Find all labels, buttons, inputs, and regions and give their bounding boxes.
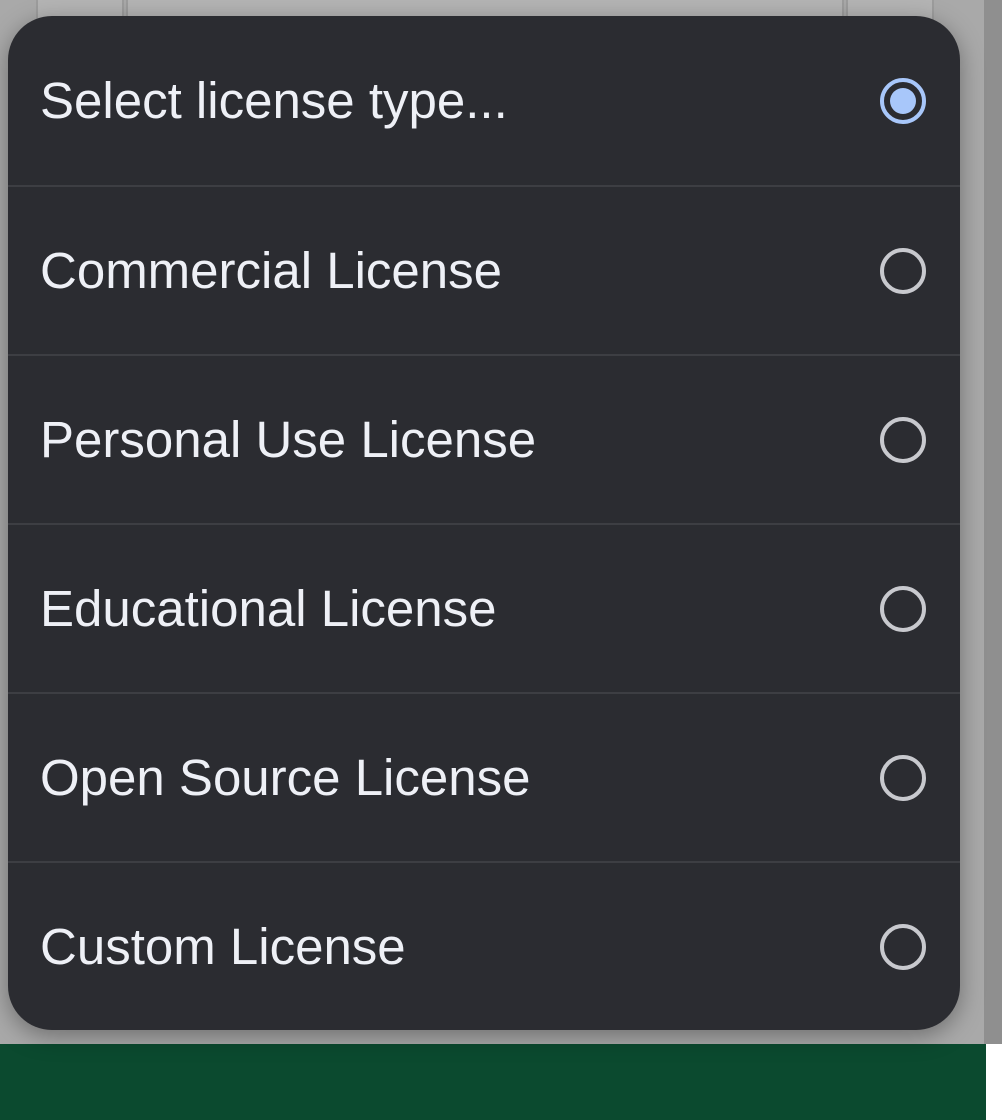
option-commercial-license[interactable]: Commercial License [8, 185, 960, 354]
radio-unchecked-icon[interactable] [880, 247, 926, 294]
option-custom-license[interactable]: Custom License [8, 861, 960, 1030]
option-select-license-type[interactable]: Select license type... [8, 16, 960, 185]
radio-unchecked-icon[interactable] [880, 923, 926, 970]
radio-unchecked-icon[interactable] [880, 585, 926, 632]
license-type-picker-dialog: Select license type... Commercial Licens… [8, 16, 960, 1030]
option-label: Educational License [40, 580, 497, 637]
background-footer-bar [0, 1044, 986, 1120]
radio-unchecked-icon[interactable] [880, 754, 926, 801]
option-label: Open Source License [40, 749, 531, 806]
radio-unchecked-icon[interactable] [880, 416, 926, 463]
background-scrollbar [984, 0, 1002, 1044]
option-label: Personal Use License [40, 411, 537, 468]
option-educational-license[interactable]: Educational License [8, 523, 960, 692]
option-label: Commercial License [40, 242, 502, 299]
option-open-source-license[interactable]: Open Source License [8, 692, 960, 861]
option-personal-use-license[interactable]: Personal Use License [8, 354, 960, 523]
background-edge [986, 1044, 1002, 1120]
option-label: Custom License [40, 918, 406, 975]
radio-checked-icon[interactable] [880, 77, 926, 124]
option-label: Select license type... [40, 72, 508, 129]
